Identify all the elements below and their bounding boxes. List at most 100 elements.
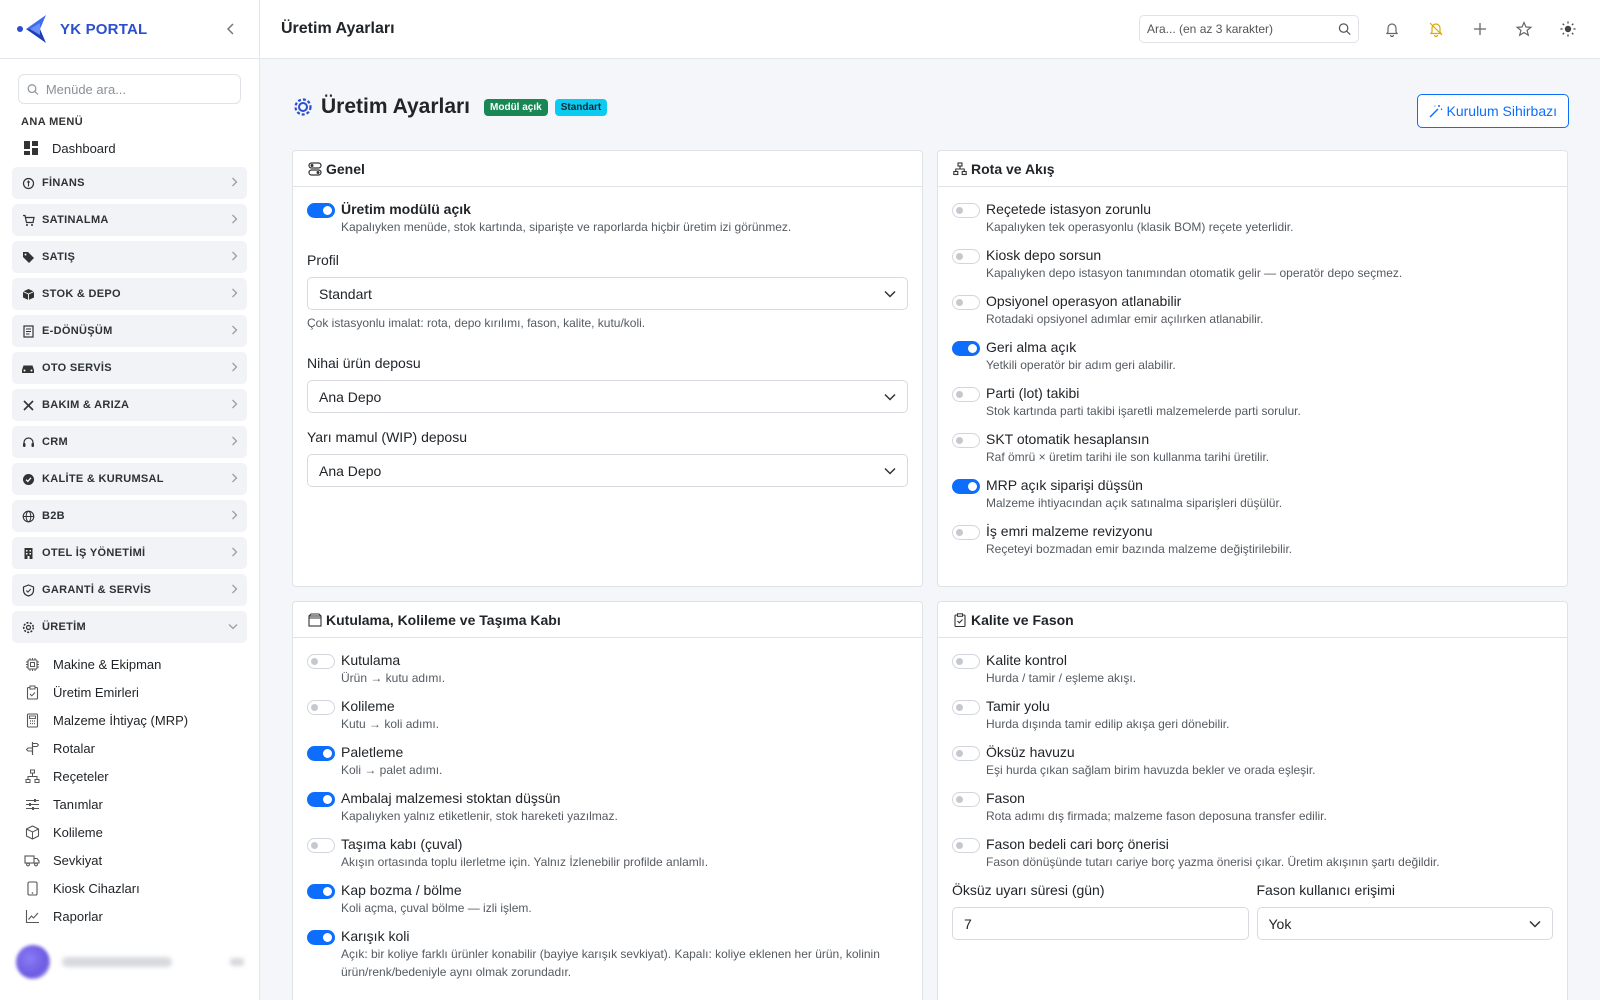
topbar-title: Üretim Ayarları: [281, 20, 395, 37]
nav-sub-item[interactable]: Makine & Ekipman: [0, 650, 259, 678]
orphan-warning-label: Öksüz uyarı süresi (gün): [952, 882, 1105, 898]
nav-group-building[interactable]: OTEL İŞ YÖNETİMİ: [12, 537, 247, 569]
sliders-icon: [24, 796, 40, 812]
page-header: Üretim Ayarları Modül açık Standart: [292, 95, 614, 119]
search-icon[interactable]: [1338, 22, 1351, 36]
alerts-muted-button[interactable]: [1425, 18, 1447, 40]
setup-wizard-button[interactable]: Kurulum Sihirbazı: [1416, 94, 1569, 128]
toggle-switch[interactable]: [307, 700, 335, 715]
quality-card-header: Kalite ve Fason: [938, 602, 1567, 638]
section-title: ANA MENÜ: [21, 116, 84, 128]
menu-search-input[interactable]: [45, 81, 232, 97]
notifications-button[interactable]: [1381, 18, 1403, 40]
nav-sub-item[interactable]: Sevkiyat: [0, 846, 259, 874]
nav-sub-item[interactable]: Reçeteler: [0, 762, 259, 790]
topbar: Üretim Ayarları: [260, 0, 1600, 59]
toggle-label: Paletleme: [341, 744, 404, 760]
globe-icon: [21, 509, 35, 523]
toggle-row: Kalite kontrol Hurda / tamir / eşleme akı…: [952, 652, 1553, 687]
toggle-switch[interactable]: [952, 792, 980, 807]
nav-group-check-badge[interactable]: KALİTE & KURUMSAL: [12, 463, 247, 495]
quality-card: Kalite ve Fason Kalite kontrol Hurda / ta…: [937, 601, 1568, 1000]
final-depot-select[interactable]: Ana Depo: [307, 380, 908, 413]
package-icon: [24, 824, 40, 840]
nav-dashboard[interactable]: Dashboard: [0, 135, 259, 161]
toggles-icon: [307, 161, 323, 177]
nav-sub-item[interactable]: Kiosk Cihazları: [0, 874, 259, 902]
toggle-row: Geri alma açık Yetkili operatör bir adım …: [952, 339, 1553, 374]
nav-group-label: GARANTİ & SERVİS: [42, 584, 152, 596]
toggle-label: Taşıma kabı (çuval): [341, 836, 463, 852]
toggle-switch[interactable]: [307, 838, 335, 853]
toggle-row: Ambalaj malzemesi stoktan düşsün Kapalıyk…: [307, 790, 908, 825]
production-module-switch[interactable]: [307, 203, 335, 218]
nav-sub-label: Rotalar: [53, 740, 95, 756]
nav-group-cart[interactable]: SATINALMA: [12, 204, 247, 236]
add-button[interactable]: [1469, 18, 1491, 40]
toggle-label: İş emri malzeme revizyonu: [986, 523, 1153, 539]
general-card-title: Genel: [326, 160, 365, 177]
toggle-switch[interactable]: [952, 700, 980, 715]
nav-group-label: B2B: [42, 510, 65, 522]
sun-icon: [1560, 21, 1576, 37]
packing-card: Kutulama, Kolileme ve Taşıma Kabı Kutula…: [292, 601, 923, 1000]
nav-group-tag[interactable]: SATIŞ: [12, 241, 247, 273]
toggle-label: Kolileme: [341, 698, 395, 714]
nav-sub-item[interactable]: Tanımlar: [0, 790, 259, 818]
nav-sub-label: Sevkiyat: [53, 852, 103, 868]
toggle-switch[interactable]: [307, 930, 335, 945]
final-depot-label: Nihai ürün deposu: [307, 355, 421, 371]
profile-select[interactable]: Standart: [307, 277, 908, 310]
nav-group-box[interactable]: STOK & DEPO: [12, 278, 247, 310]
toggle-switch[interactable]: [952, 525, 980, 540]
search-icon: [27, 83, 39, 95]
toggle-switch[interactable]: [952, 654, 980, 669]
nav-group-gear[interactable]: ÜRETİM: [12, 611, 247, 643]
nav-sub-item[interactable]: Kolileme: [0, 818, 259, 846]
nav-group-headset[interactable]: CRM: [12, 426, 247, 458]
toggle-desc: Hurda dışında tamir edilip akışa geri dö…: [986, 717, 1230, 731]
toggle-desc: Raf ömrü × üretim tarihi ile son kullanm…: [986, 450, 1270, 464]
toggle-switch[interactable]: [952, 838, 980, 853]
nav-group-car[interactable]: OTO SERVİS: [12, 352, 247, 384]
toggle-switch[interactable]: [952, 433, 980, 448]
toggle-switch[interactable]: [952, 746, 980, 761]
wip-depot-select[interactable]: Ana Depo: [307, 454, 908, 487]
toggle-switch[interactable]: [307, 746, 335, 761]
orphan-warning-input[interactable]: [952, 907, 1249, 940]
nav-sub-item[interactable]: Raporlar: [0, 902, 259, 930]
nav-group-document[interactable]: E-DÖNÜŞÜM: [12, 315, 247, 347]
toggle-desc: Malzeme ihtiyacından açık satınalma sipa…: [986, 496, 1283, 510]
nav-group-tools[interactable]: BAKIM & ARIZA: [12, 389, 247, 421]
toggle-switch[interactable]: [307, 884, 335, 899]
nav-group-finance[interactable]: FİNANS: [12, 167, 247, 199]
toggle-switch[interactable]: [952, 387, 980, 402]
nav-sub-item[interactable]: Rotalar: [0, 734, 259, 762]
favorites-button[interactable]: [1513, 18, 1535, 40]
toggle-switch[interactable]: [952, 341, 980, 356]
global-search-input[interactable]: [1147, 22, 1338, 36]
nav-group-globe[interactable]: B2B: [12, 500, 247, 532]
packing-card-header: Kutulama, Kolileme ve Taşıma Kabı: [293, 602, 922, 638]
sidebar-collapse-button[interactable]: [219, 17, 243, 41]
toggle-switch[interactable]: [952, 203, 980, 218]
toggle-switch[interactable]: [952, 295, 980, 310]
toggle-switch[interactable]: [952, 479, 980, 494]
toggle-switch[interactable]: [952, 249, 980, 264]
fason-access-select[interactable]: Yok: [1256, 907, 1553, 940]
nav-sub-item[interactable]: Üretim Emirleri: [0, 678, 259, 706]
toggle-row: Reçetede istasyon zorunlu Kapalıyken tek …: [952, 201, 1553, 236]
toggle-switch[interactable]: [307, 654, 335, 669]
user-profile[interactable]: [16, 944, 244, 980]
chevron-right-icon: [231, 436, 238, 449]
nav-sub-item[interactable]: Malzeme İhtiyaç (MRP): [0, 706, 259, 734]
nav-group-label: FİNANS: [42, 177, 85, 189]
toggle-switch[interactable]: [307, 792, 335, 807]
theme-toggle-button[interactable]: [1557, 18, 1579, 40]
toggle-label: Kutulama: [341, 652, 401, 668]
truck-icon: [24, 852, 40, 868]
building-icon: [21, 546, 35, 560]
avatar: [16, 945, 50, 979]
nav-group-shield[interactable]: GARANTİ & SERVİS: [12, 574, 247, 606]
wip-depot-value: Ana Depo: [319, 462, 382, 479]
